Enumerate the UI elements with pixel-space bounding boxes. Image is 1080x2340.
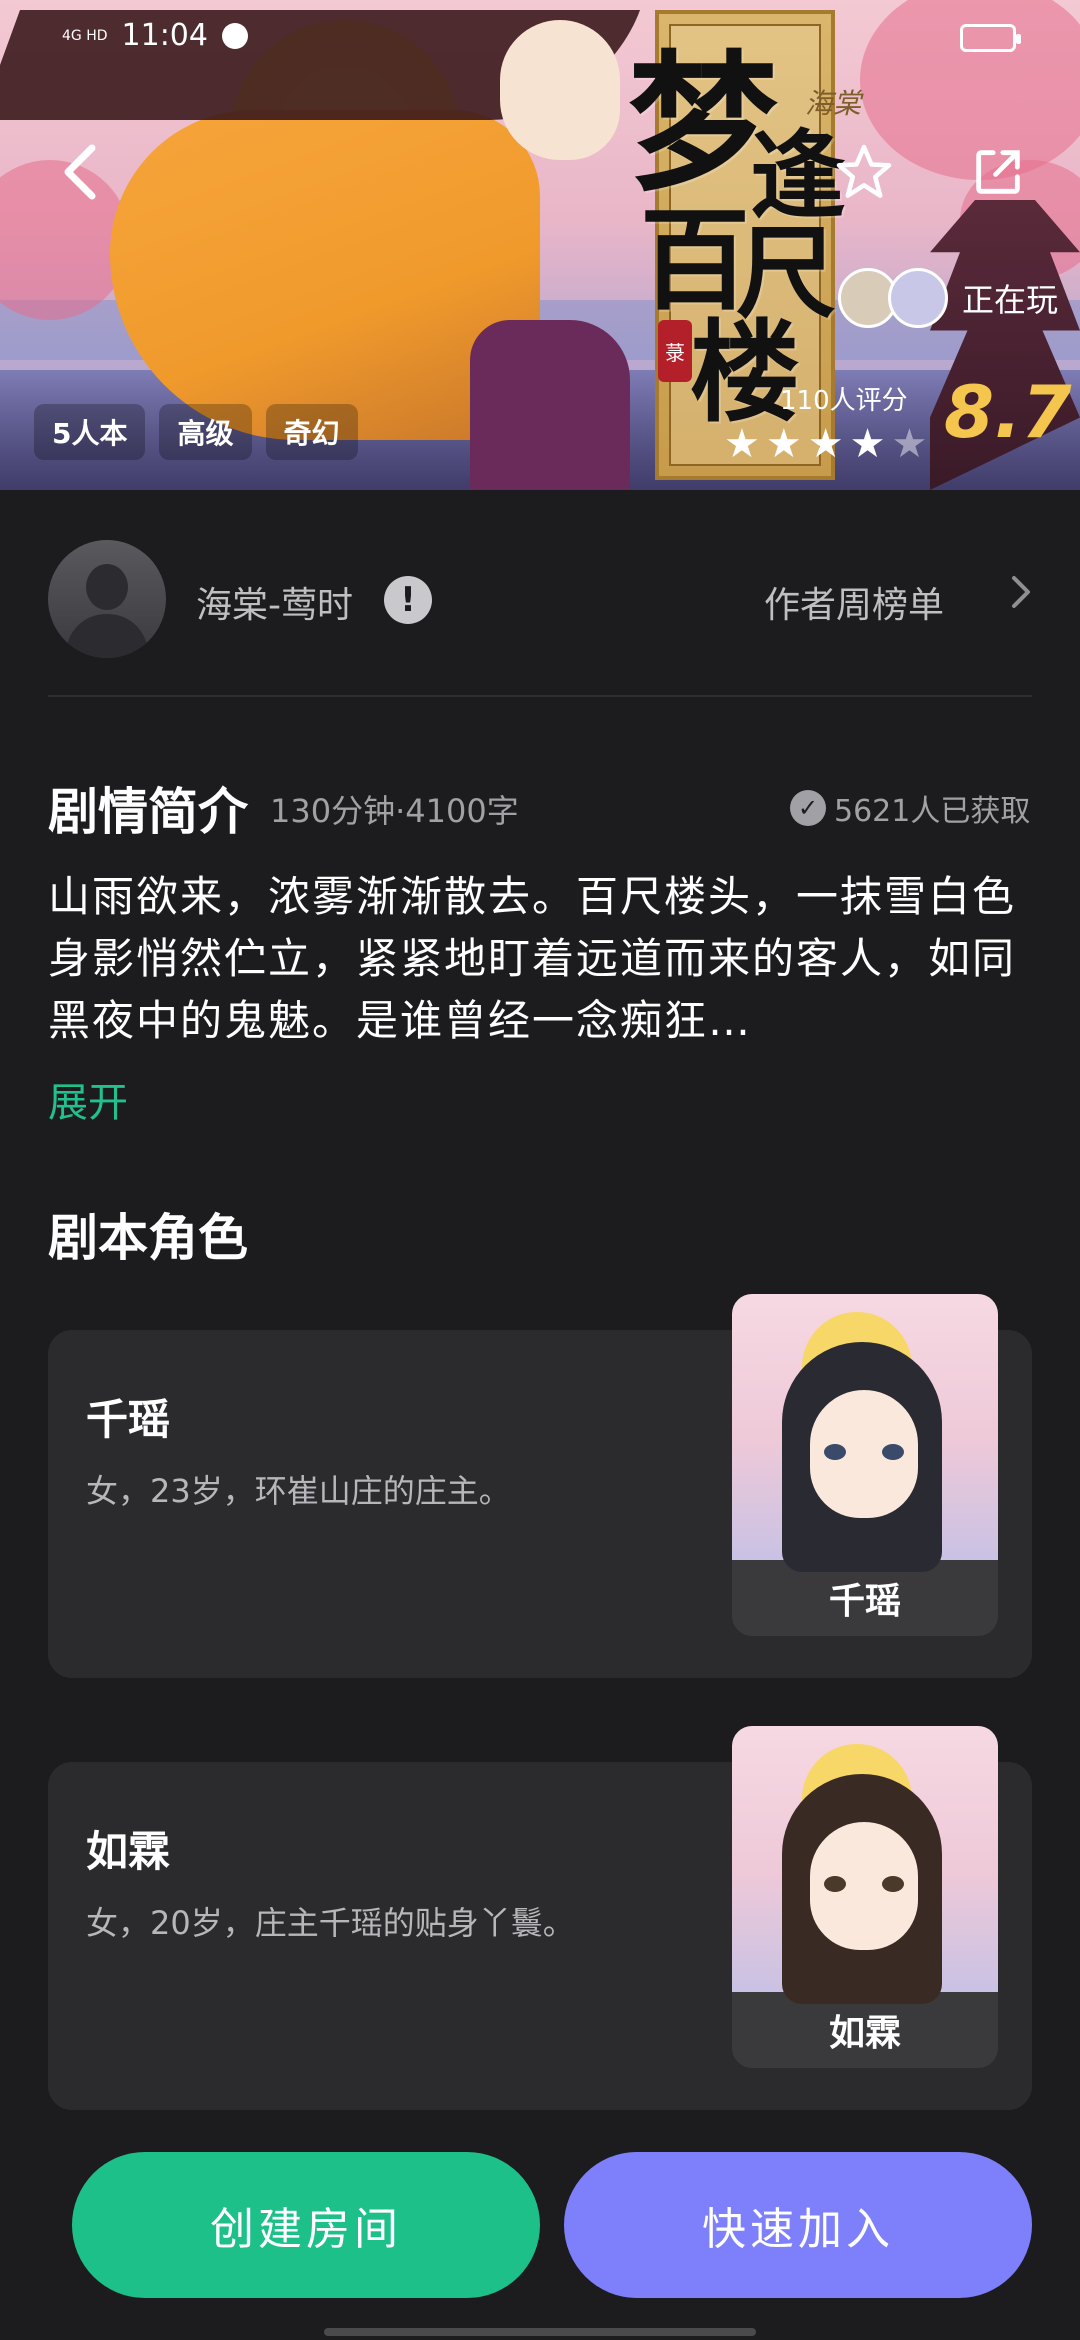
figure-skirt: [470, 320, 630, 490]
check-circle-icon: ✓: [790, 790, 826, 826]
star-filled-icon: ★: [724, 421, 760, 467]
synopsis-title: 剧情简介: [48, 783, 248, 841]
star-filled-icon: ★: [765, 421, 802, 467]
role-name: 千瑶: [86, 1395, 171, 1444]
author-row[interactable]: 海棠-莺时 ! 作者周榜单: [48, 540, 1048, 660]
rating-stars: ★ ★ ★ ★ ★: [724, 424, 927, 464]
divider: [48, 695, 1032, 697]
title-subtitle: 海棠: [805, 87, 862, 120]
notification-dot-icon: [221, 22, 248, 49]
seal-stamp: 菉: [658, 320, 692, 382]
clock: 11:04: [121, 18, 208, 53]
expand-link[interactable]: 展开: [48, 1070, 128, 1128]
obtained-count: ✓ 5621人已获取: [790, 786, 1030, 830]
star-filled-icon: ★: [807, 421, 844, 467]
author-avatar[interactable]: [48, 540, 166, 658]
tag-list: 5人本 高级 奇幻: [34, 404, 358, 460]
author-rank-link[interactable]: 作者周榜单: [764, 576, 944, 628]
star-empty-icon: ★: [891, 421, 928, 467]
tag-players: 5人本: [34, 404, 146, 460]
network-indicator: 4G HD: [62, 27, 108, 44]
battery-icon: [960, 24, 1021, 52]
chevron-right-icon[interactable]: [1006, 570, 1036, 625]
obtained-text: 5621人已获取: [834, 794, 1031, 829]
portrait-label: 千瑶: [828, 1581, 901, 1622]
report-icon[interactable]: !: [384, 576, 432, 624]
quick-join-button[interactable]: 快速加入: [564, 2152, 1032, 2298]
playing-text: 正在玩: [962, 281, 1059, 319]
figure-face: [500, 20, 620, 160]
review-count: 110人评分: [780, 386, 908, 416]
author-name[interactable]: 海棠-莺时: [196, 576, 353, 628]
favorite-button[interactable]: [832, 140, 896, 204]
role-portrait[interactable]: 千瑶: [732, 1294, 998, 1636]
star-outline-icon: [836, 144, 892, 198]
players-indicator[interactable]: 正在玩: [838, 268, 1058, 328]
role-name: 如霖: [86, 1827, 171, 1876]
role-description: 女，23岁，环崔山庄的庄主。: [86, 1472, 511, 1510]
tag-genre: 奇幻: [265, 404, 358, 460]
star-filled-icon: ★: [849, 421, 886, 467]
back-button[interactable]: [48, 140, 112, 204]
tag-level: 高级: [159, 404, 252, 460]
role-portrait[interactable]: 如霖: [732, 1726, 998, 2068]
roles-title: 剧本角色: [48, 1209, 248, 1267]
status-bar: 4G HD 11:04: [62, 18, 248, 53]
share-button[interactable]: [966, 140, 1030, 204]
home-indicator[interactable]: [324, 2328, 756, 2336]
title-char: 百: [640, 197, 750, 325]
synopsis-meta: 130分钟·4100字: [270, 792, 519, 830]
player-avatar: [888, 268, 948, 328]
role-description: 女，20岁，庄主千瑶的贴身丫鬟。: [86, 1904, 575, 1942]
synopsis-text: 山雨欲来，浓雾渐渐散去。百尺楼头，一抹雪白色身影悄然伫立，紧紧地盯着远道而来的客…: [48, 872, 1017, 1045]
back-arrow-icon: [64, 144, 96, 200]
rating-score: 8.7: [944, 370, 1072, 454]
share-icon: [976, 150, 1020, 194]
portrait-label: 如霖: [828, 2013, 901, 2054]
create-room-button[interactable]: 创建房间: [72, 2152, 540, 2298]
